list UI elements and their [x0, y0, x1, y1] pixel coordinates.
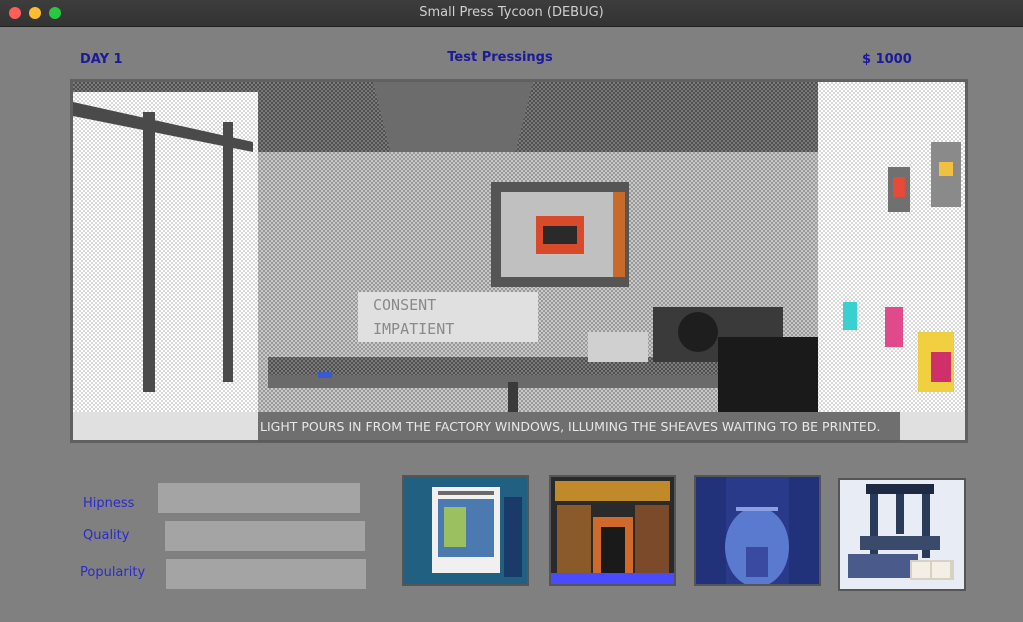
- svg-text:CONSENT: CONSENT: [373, 296, 436, 314]
- stage-card[interactable]: [694, 475, 821, 586]
- printing-press-card[interactable]: [838, 478, 966, 591]
- money-display: $ 1000: [862, 52, 912, 67]
- location-title: Test Pressings: [447, 50, 553, 65]
- hipness-bar: [158, 483, 360, 513]
- game-window: Small Press Tycoon (DEBUG) DAY 1 Test Pr…: [0, 0, 1023, 622]
- bookshop-card[interactable]: [549, 475, 676, 586]
- quality-bar: [165, 521, 365, 551]
- popularity-bar: [166, 559, 366, 589]
- title-bar: Small Press Tycoon (DEBUG): [0, 0, 1023, 27]
- svg-text:IMPATIENT: IMPATIENT: [373, 320, 454, 338]
- bookshop-card-icon: [551, 477, 674, 584]
- window-title: Small Press Tycoon (DEBUG): [419, 5, 604, 20]
- studio-scene-illustration: CONSENT IMPATIENT: [73, 82, 965, 440]
- quality-label: Quality: [83, 528, 130, 543]
- scene-image: CONSENT IMPATIENT: [70, 79, 968, 443]
- stage-card-icon: [696, 477, 819, 584]
- printing-press-card-icon: [840, 480, 964, 589]
- book-card-icon: [404, 477, 527, 584]
- scene-caption: LIGHT POURS IN FROM THE FACTORY WINDOWS,…: [258, 412, 900, 442]
- popularity-label: Popularity: [80, 565, 146, 580]
- hipness-label: Hipness: [83, 496, 135, 511]
- book-card[interactable]: [402, 475, 529, 586]
